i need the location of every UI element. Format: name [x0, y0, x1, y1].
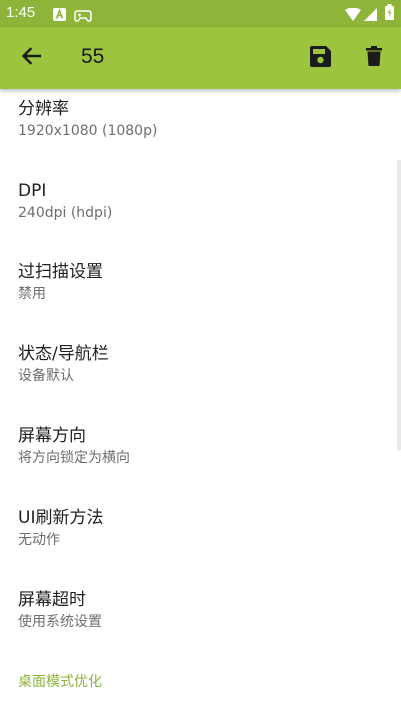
battery-icon: [385, 4, 394, 24]
ui-refresh-setting[interactable]: UI刷新方法 无动作: [18, 506, 388, 550]
setting-title: 分辨率: [18, 99, 69, 119]
overscan-setting[interactable]: 过扫描设置 禁用: [18, 260, 388, 304]
setting-title: DPI: [18, 181, 47, 201]
save-icon: [309, 45, 331, 71]
status-time: 1:45: [6, 4, 36, 21]
screen-orientation-setting[interactable]: 屏幕方向 将方向锁定为横向: [18, 424, 388, 468]
cell-signal-icon: [364, 6, 377, 25]
setting-value: 将方向锁定为横向: [18, 450, 130, 466]
setting-title: 屏幕超时: [18, 590, 86, 610]
status-nav-bar-setting[interactable]: 状态/导航栏 设备默认: [18, 342, 388, 386]
screen-timeout-setting[interactable]: 屏幕超时 使用系统设置: [18, 588, 388, 632]
setting-value: 禁用: [18, 286, 46, 302]
setting-title: 屏幕方向: [18, 426, 86, 446]
setting-value: 使用系统设置: [18, 614, 102, 630]
setting-value: 设备默认: [18, 368, 74, 384]
save-button[interactable]: [302, 40, 338, 76]
resolution-setting[interactable]: 分辨率 1920x1080 (1080p): [18, 97, 388, 141]
setting-title: 过扫描设置: [18, 262, 103, 282]
setting-value: 240dpi (hdpi): [18, 205, 113, 221]
setting-value: 无动作: [18, 532, 60, 548]
back-button[interactable]: [13, 40, 49, 76]
status-bar: 1:45: [0, 0, 401, 27]
dpi-setting[interactable]: DPI 240dpi (hdpi): [18, 179, 388, 223]
settings-list: 分辨率 1920x1080 (1080p) DPI 240dpi (hdpi) …: [0, 89, 401, 714]
page-title: 55: [81, 45, 105, 68]
setting-title: 状态/导航栏: [18, 344, 109, 364]
delete-button[interactable]: [356, 40, 392, 76]
scrollbar[interactable]: [397, 160, 401, 450]
app-bar: 55: [0, 27, 401, 89]
arrow-left-icon: [21, 47, 42, 69]
wifi-icon: [345, 6, 361, 25]
section-header: 桌面模式优化: [18, 674, 102, 690]
setting-title: UI刷新方法: [18, 508, 104, 528]
gamepad-icon: [74, 7, 92, 26]
setting-value: 1920x1080 (1080p): [18, 123, 158, 139]
trash-icon: [366, 46, 382, 70]
notification-a-icon: [53, 6, 66, 25]
